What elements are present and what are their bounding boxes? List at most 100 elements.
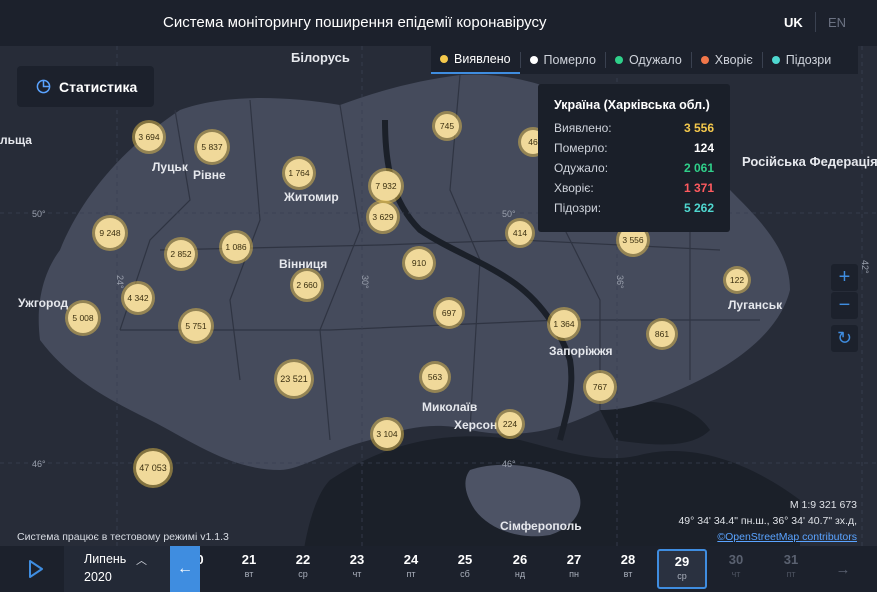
cluster-marker[interactable]: 4 342 [121, 281, 155, 315]
cluster-marker[interactable]: 9 248 [92, 215, 128, 251]
day-cell[interactable]: 25 сб [440, 552, 490, 579]
cluster-count: 3 629 [372, 212, 394, 222]
timeline-back-button[interactable]: ← [170, 546, 200, 592]
arrow-right-icon: → [835, 560, 851, 578]
lang-uk-button[interactable]: UK [784, 15, 803, 30]
tooltip-row: Виявлено: 3 556 [554, 118, 714, 138]
legend-dot-icon [440, 55, 448, 63]
lang-divider [815, 12, 816, 32]
region-tooltip: Україна (Харківська обл.) Виявлено: 3 556… [538, 84, 730, 232]
cluster-count: 5 751 [185, 321, 207, 331]
test-mode-note: Система працює в тестовому режимі v1.1.3 [17, 531, 229, 543]
legend-item-2[interactable]: Одужало [606, 46, 691, 74]
cluster-marker[interactable]: 861 [646, 318, 678, 350]
cluster-marker[interactable]: 7 932 [368, 168, 404, 204]
cluster-marker[interactable]: 5 751 [178, 308, 214, 344]
day-cell[interactable]: 29 ср [657, 549, 707, 589]
map-label-mykolaiv: Миколаїв [422, 400, 477, 414]
map-label-kherson: Херсон [454, 418, 497, 432]
cluster-marker[interactable]: 224 [495, 409, 525, 439]
cluster-marker[interactable]: 1 364 [547, 307, 581, 341]
refresh-icon: ↻ [836, 328, 853, 348]
reset-view-button[interactable]: ↻ [831, 325, 858, 352]
legend-item-4[interactable]: Підозри [763, 46, 841, 74]
legend-item-3[interactable]: Хворіє [692, 46, 762, 74]
legend-item-0[interactable]: Виявлено [431, 46, 520, 74]
day-weekday: ср [298, 569, 308, 579]
cluster-marker[interactable]: 5 008 [65, 300, 101, 336]
cluster-marker[interactable]: 47 053 [133, 448, 173, 488]
day-number: 31 [783, 552, 799, 567]
day-cell[interactable]: 21 вт [224, 552, 274, 579]
map-label-belarus: Білорусь [291, 50, 350, 65]
map-label-lon36: 36° [615, 275, 625, 289]
cluster-count: 46 [528, 137, 538, 147]
cluster-count: 3 104 [376, 429, 398, 439]
cluster-count: 767 [593, 382, 607, 392]
day-cell[interactable]: 28 вт [603, 552, 653, 579]
pie-chart-icon [36, 79, 51, 94]
statistics-button[interactable]: Статистика [17, 66, 154, 107]
cluster-marker[interactable]: 910 [402, 246, 436, 280]
cluster-marker[interactable]: 414 [505, 218, 535, 248]
day-cell[interactable]: 31 пт [766, 552, 816, 579]
day-number: 21 [241, 552, 257, 567]
day-cell[interactable]: 26 нд [495, 552, 545, 579]
cluster-marker[interactable]: 745 [432, 111, 462, 141]
cluster-marker[interactable]: 5 837 [194, 129, 230, 165]
cluster-count: 1 086 [225, 242, 247, 252]
map-label-lon24: 24° [115, 275, 125, 289]
cluster-count: 2 660 [296, 280, 318, 290]
cluster-marker[interactable]: 563 [419, 361, 451, 393]
day-number: 26 [512, 552, 528, 567]
cluster-marker[interactable]: 122 [723, 266, 751, 294]
tooltip-row: Підозри: 5 262 [554, 198, 714, 218]
cluster-count: 4 342 [127, 293, 149, 303]
osm-attribution-link[interactable]: ©OpenStreetMap contributors [717, 531, 857, 543]
cluster-marker[interactable]: 1 086 [219, 230, 253, 264]
zoom-out-button[interactable]: − [831, 292, 858, 319]
day-cell[interactable]: 23 чт [332, 552, 382, 579]
timeline-bar: Липень 2020 ︿ 021вт22ср23чт24пт25сб26нд2… [0, 546, 877, 592]
tooltip-value: 5 262 [683, 201, 714, 215]
cluster-marker[interactable]: 2 852 [164, 237, 198, 271]
cluster-marker[interactable]: 2 660 [290, 268, 324, 302]
cluster-count: 122 [730, 275, 744, 285]
tooltip-label: Виявлено: [554, 121, 612, 135]
legend-dot-icon [529, 56, 538, 64]
zoom-in-button[interactable]: + [831, 264, 858, 291]
day-cell[interactable]: 22 ср [278, 552, 328, 579]
cluster-marker[interactable]: 3 694 [132, 120, 166, 154]
legend-label: Померло [543, 53, 596, 67]
legend-label: Виявлено [454, 52, 511, 66]
day-number: 27 [566, 552, 582, 567]
map-label-lon42: 42° [860, 260, 870, 274]
legend-item-1[interactable]: Померло [521, 46, 605, 74]
day-cell[interactable]: 24 пт [386, 552, 436, 579]
legend-label: Хворіє [714, 53, 753, 67]
cursor-coordinates: 49° 34' 34.4" пн.ш., 36° 34' 40.7" зх.д, [678, 515, 857, 527]
layer-legend: Виявлено Померло Одужало Хворіє Підозри [431, 46, 858, 74]
cluster-marker[interactable]: 3 104 [370, 417, 404, 451]
cluster-marker[interactable]: 3 629 [366, 200, 400, 234]
map-label-uzhhorod: Ужгород [18, 296, 68, 310]
cluster-marker[interactable]: 1 764 [282, 156, 316, 190]
cluster-count: 7 932 [375, 181, 397, 191]
timeline-next-button[interactable]: → [828, 546, 858, 592]
day-number: 23 [349, 552, 365, 567]
day-number: 30 [728, 552, 744, 567]
day-cell[interactable]: 30 чт [711, 552, 761, 579]
tooltip-row: Померло: 124 [554, 138, 714, 158]
day-weekday: чт [352, 569, 362, 579]
map-label-simferopol: Сімферополь [500, 519, 582, 533]
cluster-marker[interactable]: 767 [583, 370, 617, 404]
day-number: 29 [674, 554, 690, 569]
cluster-count: 23 521 [280, 374, 308, 384]
lang-en-button[interactable]: EN [828, 15, 846, 30]
cluster-marker[interactable]: 697 [433, 297, 465, 329]
statistics-label: Статистика [59, 78, 138, 95]
cluster-marker[interactable]: 23 521 [274, 359, 314, 399]
day-cell[interactable]: 27 пн [549, 552, 599, 579]
tooltip-label: Одужало: [554, 161, 609, 175]
map-label-zaporizhzhia: Запоріжжя [549, 344, 612, 358]
